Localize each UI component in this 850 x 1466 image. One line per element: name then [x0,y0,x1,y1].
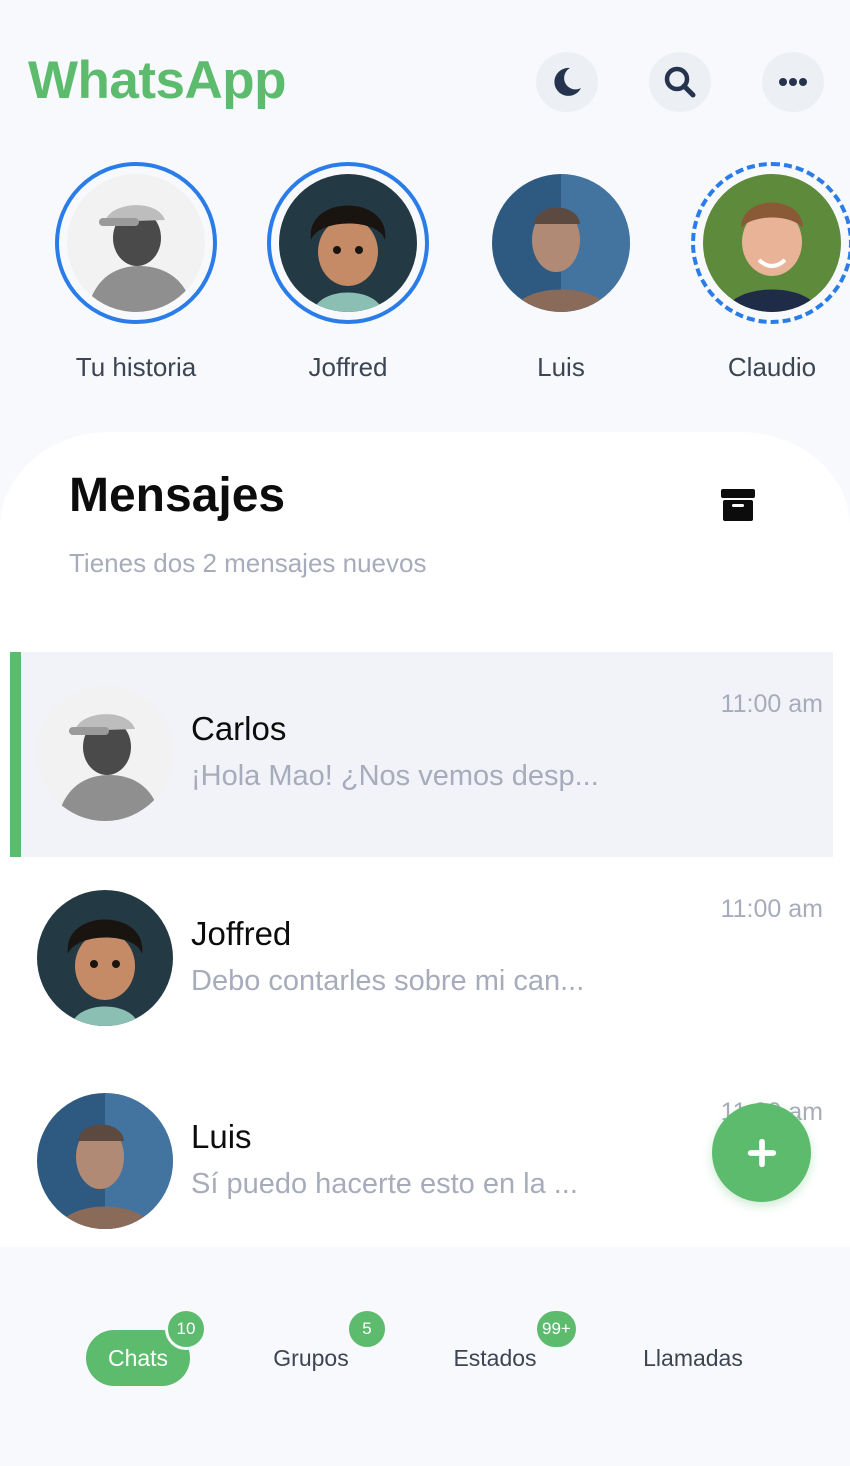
nav-label: Grupos [273,1344,349,1371]
avatar [279,174,417,312]
avatar [37,685,173,821]
avatar [37,1093,173,1229]
plus-icon [747,1138,776,1167]
nav-badge-grupos: 5 [346,1308,388,1350]
avatar [67,174,205,312]
story-tu-historia[interactable]: Tu historia [46,162,226,383]
avatar [37,890,173,1026]
more-icon [779,78,807,86]
archive-button[interactable] [720,488,756,522]
story-label: Joffred [308,352,388,382]
nav-label: Llamadas [643,1344,743,1371]
story-ring [691,162,850,324]
story-label: Tu historia [75,352,197,382]
chat-row-luis[interactable]: Luis Sí puedo hacerte esto en la ... 11:… [10,1060,833,1246]
chat-row-carlos[interactable]: Carlos ¡Hola Mao! ¿Nos vemos desp... 11:… [10,652,833,857]
new-chat-button[interactable] [712,1103,811,1202]
story-ring [55,162,217,324]
nav-label: Chats [107,1344,169,1371]
search-button[interactable] [649,52,711,112]
chat-name: Carlos [191,710,287,747]
chat-preview: Sí puedo hacerte esto en la ... [191,1168,578,1200]
nav-label: Estados [453,1344,537,1371]
story-ring [267,162,429,324]
chat-preview: Debo contarles sobre mi can... [191,965,585,997]
nav-badge-chats: 10 [165,1308,207,1350]
story-label: Claudio [727,352,817,382]
chat-row-joffred[interactable]: Joffred Debo contarles sobre mi can... 1… [10,857,833,1062]
moon-icon [554,67,581,96]
archive-icon [721,489,755,521]
dark-mode-button[interactable] [536,52,598,112]
nav-badge-estados: 99+ [534,1308,579,1350]
nav-grupos[interactable]: Grupos [266,1330,356,1386]
messages-subtitle: Tienes dos 2 mensajes nuevos [69,548,427,578]
chat-name: Joffred [191,915,292,952]
avatar [703,174,841,312]
nav-llamadas[interactable]: Llamadas [634,1330,752,1386]
search-icon [664,66,696,98]
chat-time: 11:00 am [720,690,823,718]
story-joffred[interactable]: Joffred [258,162,438,383]
story-claudio[interactable]: Claudio [682,162,850,383]
app-title: WhatsApp [28,51,287,110]
story-label: Luis [537,352,585,382]
more-options-button[interactable] [762,52,824,112]
story-ring [480,162,642,324]
chat-name: Luis [191,1118,252,1155]
story-luis[interactable]: Luis [471,162,651,383]
chat-preview: ¡Hola Mao! ¿Nos vemos desp... [191,760,599,792]
messages-title: Mensajes [69,469,286,522]
active-indicator [10,652,21,857]
avatar [492,174,630,312]
nav-estados[interactable]: Estados [446,1330,544,1386]
chat-time: 11:00 am [720,895,823,923]
